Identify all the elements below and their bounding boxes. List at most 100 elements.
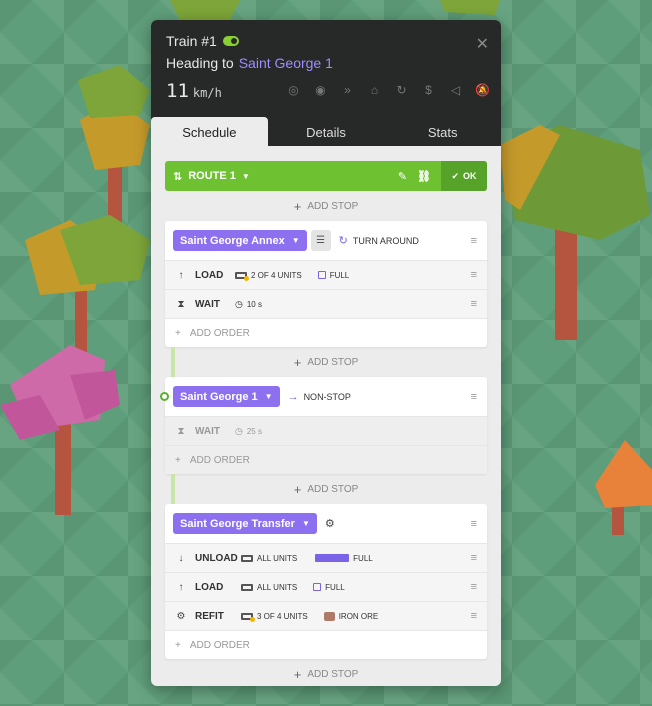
order-units-label: 3 OF 4 UNITS — [257, 611, 308, 621]
turn-around-icon: ↻ — [338, 235, 348, 247]
drag-handle-icon[interactable]: ≡ — [471, 518, 477, 530]
depot-icon[interactable]: ⌂ — [366, 81, 383, 98]
order-full-option[interactable]: FULL — [317, 271, 349, 280]
add-stop-label: ADD STOP — [307, 483, 359, 495]
plus-icon: + — [175, 454, 181, 466]
unlink-icon[interactable]: ⛓ — [417, 170, 431, 183]
order-units[interactable]: ALL UNITS — [241, 583, 297, 592]
route-ok-button[interactable]: ✔ OK — [441, 161, 487, 191]
drag-handle-icon[interactable]: ≡ — [471, 298, 477, 310]
order-units[interactable]: 3 OF 4 UNITS — [241, 611, 308, 622]
route-line — [171, 347, 175, 377]
stop-options-button[interactable]: ☰ — [310, 230, 331, 251]
add-stop-label: ADD STOP — [307, 200, 359, 212]
edit-icon[interactable]: ✎ — [398, 170, 407, 183]
stop-header: Saint George Annex ▼ ☰ ↻ TURN AROUND ≡ — [165, 221, 487, 260]
fast-forward-icon[interactable]: » — [339, 81, 356, 98]
drag-handle-icon[interactable]: ≡ — [471, 552, 477, 564]
speed-readout: 11 km/h — [166, 80, 222, 102]
target-icon[interactable]: ◎ — [285, 81, 302, 98]
gear-icon[interactable]: ⚙ — [325, 517, 335, 530]
stop-card: Saint George Annex ▼ ☰ ↻ TURN AROUND ≡ ↑… — [165, 221, 487, 347]
chevron-down-icon: ▼ — [241, 171, 250, 181]
wagon-icon — [241, 612, 255, 622]
add-stop-label: ADD STOP — [307, 668, 359, 680]
order-full-label: FULL — [325, 582, 345, 592]
refit-gear-icon: ⚙ — [176, 610, 186, 622]
order-full-option[interactable]: FULL — [313, 554, 373, 563]
drag-handle-icon[interactable]: ≡ — [471, 391, 477, 403]
window-header: Train #1 ✕ Heading to Saint George 1 11 … — [151, 20, 501, 147]
order-name: REFIT — [195, 610, 224, 622]
order-units[interactable]: 2 OF 4 UNITS — [235, 271, 302, 281]
train-active-toggle[interactable] — [222, 36, 239, 46]
stop-selector[interactable]: Saint George Annex ▼ — [173, 230, 307, 251]
add-stop-button[interactable]: + ADD STOP — [165, 659, 487, 686]
speed-value: 11 — [166, 80, 189, 102]
route-line — [171, 474, 175, 504]
order-wait-time[interactable]: ◷ 25 s — [235, 426, 262, 437]
train-schedule-window: Train #1 ✕ Heading to Saint George 1 11 … — [151, 20, 501, 686]
unload-arrow-icon: ↓ — [178, 552, 184, 564]
stop-header: Saint George Transfer ▼ ⚙ ≡ — [165, 504, 487, 543]
train-toolbar: ◎ ◉ » ⌂ ↻ $ ◁ 🔕 — [285, 81, 491, 98]
order-full-option[interactable]: FULL — [313, 583, 345, 592]
add-order-button[interactable]: + ADD ORDER — [165, 445, 487, 474]
eye-icon[interactable]: ◉ — [312, 81, 329, 98]
stop-mode[interactable]: → NON-STOP — [288, 391, 351, 403]
refresh-icon[interactable]: ↻ — [393, 81, 410, 98]
heading-destination-link[interactable]: Saint George 1 — [239, 55, 333, 71]
order-units[interactable]: ALL UNITS — [241, 554, 297, 563]
order-row: ⧗ WAIT ◷ 10 s ≡ — [165, 289, 487, 318]
clock-icon: ◷ — [235, 425, 243, 436]
add-stop-button[interactable]: + ADD STOP — [165, 347, 487, 377]
hourglass-icon: ⧗ — [177, 425, 185, 437]
checkbox[interactable] — [313, 583, 322, 591]
order-units-label: ALL UNITS — [257, 582, 298, 592]
order-cargo[interactable]: IRON ORE — [323, 611, 378, 621]
wait-time-label: 25 s — [246, 426, 262, 436]
order-full-label: FULL — [353, 553, 373, 563]
close-icon[interactable]: ✕ — [476, 34, 489, 54]
drag-handle-icon[interactable]: ≡ — [471, 581, 477, 593]
order-name: WAIT — [195, 298, 220, 310]
arrow-right-icon: → — [287, 390, 299, 403]
reverse-icon[interactable]: ◁ — [447, 81, 464, 98]
checkbox[interactable] — [317, 271, 326, 279]
add-stop-button[interactable]: + ADD STOP — [165, 474, 487, 504]
tree-top — [170, 0, 500, 20]
route-selector[interactable]: ⇅ ROUTE 1 ▼ — [165, 170, 398, 183]
order-name: LOAD — [195, 581, 224, 593]
add-stop-button[interactable]: + ADD STOP — [165, 191, 487, 221]
stop-mode[interactable]: ↻ TURN AROUND — [339, 234, 419, 247]
wait-time-label: 10 s — [246, 299, 262, 309]
wagon-icon — [241, 554, 253, 562]
order-name: UNLOAD — [195, 552, 238, 564]
drag-handle-icon[interactable]: ≡ — [471, 269, 477, 281]
mute-icon[interactable]: 🔕 — [474, 81, 491, 98]
checkbox-checked[interactable] — [315, 554, 350, 562]
tab-stats[interactable]: Stats — [384, 117, 501, 147]
chevron-down-icon: ▼ — [301, 519, 310, 528]
drag-handle-icon[interactable]: ≡ — [471, 610, 477, 622]
chevron-down-icon: ▼ — [264, 392, 273, 401]
no-money-icon[interactable]: $ — [420, 81, 437, 98]
order-wait-time[interactable]: ◷ 10 s — [235, 299, 262, 310]
order-units-label: ALL UNITS — [257, 553, 298, 563]
stop-mode-label: TURN AROUND — [352, 235, 419, 246]
add-order-button[interactable]: + ADD ORDER — [165, 630, 487, 659]
stop-selector[interactable]: Saint George Transfer ▼ — [173, 513, 317, 534]
plus-icon: + — [293, 198, 302, 214]
drag-handle-icon[interactable]: ≡ — [471, 235, 477, 247]
check-icon: ✔ — [451, 170, 460, 181]
add-order-button[interactable]: + ADD ORDER — [165, 318, 487, 347]
tab-details[interactable]: Details — [268, 117, 385, 147]
tab-schedule[interactable]: Schedule — [151, 117, 268, 147]
order-row: ↑ LOAD 2 OF 4 UNITS FULL ≡ — [165, 260, 487, 289]
stop-selector[interactable]: Saint George 1 ▼ — [173, 386, 280, 407]
stop-header: Saint George 1 ▼ → NON-STOP ≡ — [160, 377, 487, 416]
stop-name: Saint George Transfer — [180, 517, 295, 530]
train-name: Train #1 — [166, 33, 217, 49]
schedule-content: ⇅ ROUTE 1 ▼ ✎ ⛓ ✔ OK + ADD STOP Saint Ge… — [160, 161, 487, 686]
hourglass-icon: ⧗ — [177, 298, 185, 310]
